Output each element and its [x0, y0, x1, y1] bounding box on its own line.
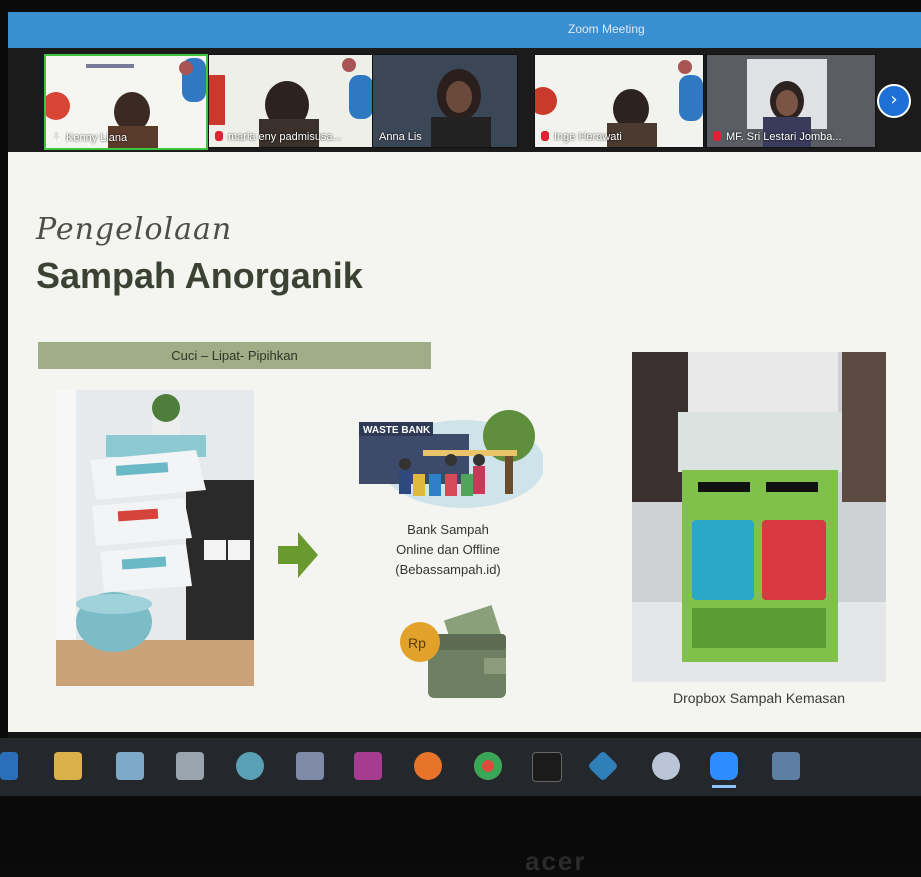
- section-label: Cuci – Lipat- Pipihkan: [38, 342, 431, 369]
- muted-mic-icon: [215, 131, 223, 141]
- participant-name: Inge Herawati: [541, 131, 622, 143]
- participant-tile[interactable]: Anna Lis: [372, 54, 518, 148]
- slide-main-title: Sampah Anorganik: [36, 255, 363, 296]
- participant-strip: Kenny Liana maria eny padmisusa... Anna …: [8, 48, 921, 152]
- participant-tile[interactable]: MF. Sri Lestari Jomba...: [706, 54, 876, 148]
- window-icon[interactable]: [772, 752, 800, 780]
- participant-tile[interactable]: maria eny padmisusa...: [208, 54, 374, 148]
- printer-icon[interactable]: [176, 752, 204, 780]
- photos-icon[interactable]: [116, 752, 144, 780]
- waste-bank-sign: WASTE BANK: [363, 425, 431, 436]
- participant-name: Anna Lis: [379, 131, 422, 143]
- acer-logo: acer: [525, 846, 587, 876]
- screen: Zoom Meeting Kenny Liana maria eny padmi…: [8, 12, 921, 747]
- window-title: Zoom Meeting: [568, 22, 645, 36]
- chrome-icon[interactable]: [474, 752, 502, 780]
- dropbox-photo: [632, 352, 886, 682]
- recycling-bins-photo: [56, 390, 254, 686]
- pin-icon: [52, 132, 61, 142]
- kodi-icon[interactable]: [587, 750, 619, 782]
- windows-taskbar: [0, 738, 921, 796]
- participant-tile[interactable]: Inge Herawati: [534, 54, 704, 148]
- chevron-right-icon[interactable]: ›: [877, 84, 911, 118]
- shared-slide: Pengelolaan Sampah Anorganik Cuci – Lipa…: [8, 152, 921, 732]
- dropbox-caption: Dropbox Sampah Kemasan: [673, 690, 845, 706]
- waste-bank-caption: Bank Sampah Online dan Offline (Bebassam…: [395, 522, 501, 577]
- firefox-icon[interactable]: [414, 752, 442, 780]
- participant-name: maria eny padmisusa...: [215, 131, 342, 143]
- camera-app-icon[interactable]: [354, 752, 382, 780]
- paint-icon[interactable]: [236, 752, 264, 780]
- participant-name: MF. Sri Lestari Jomba...: [713, 131, 842, 143]
- wallet-money-icon: Rp: [400, 605, 506, 698]
- slide-script-title: Pengelolaan: [36, 212, 233, 247]
- arrow-right-icon: [278, 532, 318, 578]
- zoom-icon[interactable]: [710, 752, 738, 788]
- rupiah-badge: Rp: [408, 635, 426, 651]
- muted-mic-icon: [713, 131, 721, 141]
- participant-tile[interactable]: Kenny Liana: [44, 54, 208, 150]
- palette-icon[interactable]: [652, 752, 680, 780]
- monitor: Zoom Meeting Kenny Liana maria eny padmi…: [0, 0, 921, 876]
- zoom-title-bar[interactable]: Zoom Meeting: [8, 12, 921, 48]
- file-explorer-icon[interactable]: [54, 752, 82, 780]
- terminal-icon[interactable]: [532, 752, 562, 782]
- waste-bank-illustration: WASTE BANK: [359, 410, 543, 508]
- settings-icon[interactable]: [296, 752, 324, 780]
- task-view-icon[interactable]: [0, 752, 18, 780]
- participant-name: Kenny Liana: [52, 132, 127, 144]
- muted-mic-icon: [541, 131, 549, 141]
